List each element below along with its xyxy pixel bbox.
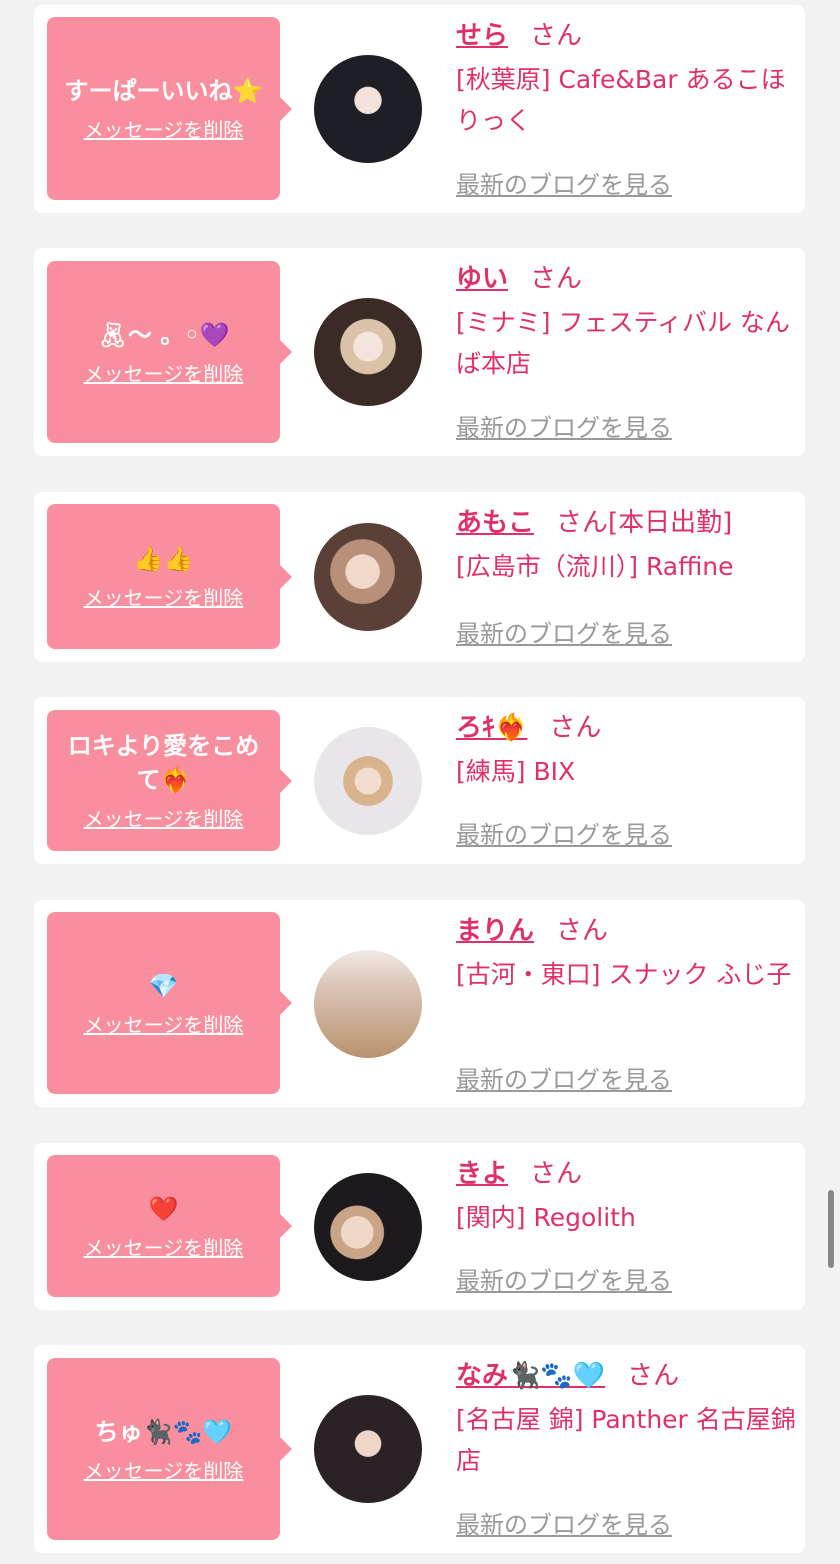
avatar[interactable] xyxy=(314,1173,422,1281)
cast-name-link[interactable]: きよ xyxy=(456,1159,508,1189)
message-card: ❤️ メッセージを削除 きよ さん [関内] Regolith 最新のブログを見る xyxy=(34,1143,805,1310)
shop-name: [ミナミ] フェスティバル なんば本店 xyxy=(456,308,790,378)
message-card: 👍👍 メッセージを削除 あもこ さん[本日出勤] [広島市（流川）] Raffin… xyxy=(34,492,805,662)
shop-name: [練馬] BIX xyxy=(456,757,576,786)
latest-blog-link[interactable]: 最新のブログを見る xyxy=(456,1060,672,1095)
honorific: さん xyxy=(530,264,583,294)
delete-message-link[interactable]: メッセージを削除 xyxy=(84,1455,244,1484)
status-badge: [本日出勤] xyxy=(608,508,733,538)
cast-info: あもこ さん[本日出勤] [広島市（流川）] Raffine xyxy=(456,506,796,587)
avatar[interactable] xyxy=(314,727,422,835)
message-bubble: 💎 メッセージを削除 xyxy=(47,912,292,1094)
message-card: 💎 メッセージを削除 まりん さん [古河・東口] スナック ふじ子 最新のブログ… xyxy=(34,900,805,1107)
message-text: 🧸︎〜 。◦💜 xyxy=(97,320,230,349)
delete-message-link[interactable]: メッセージを削除 xyxy=(84,803,244,832)
message-card: すーぱーいいね⭐️ メッセージを削除 せら さん [秋葉原] Cafe&Bar あ… xyxy=(34,5,805,213)
cast-name-link[interactable]: ろｷ❤️‍🔥 xyxy=(456,713,527,743)
honorific: さん xyxy=(530,1159,583,1189)
latest-blog-link[interactable]: 最新のブログを見る xyxy=(456,815,672,850)
message-text: ちゅ🐈‍⬛🐾🩵 xyxy=(94,1417,233,1446)
honorific: さん xyxy=(556,916,609,946)
latest-blog-link[interactable]: 最新のブログを見る xyxy=(456,408,672,443)
message-text: すーぱーいいね⭐️ xyxy=(64,77,263,105)
cast-name-link[interactable]: せら xyxy=(456,21,508,51)
cast-info: まりん さん [古河・東口] スナック ふじ子 xyxy=(456,914,796,995)
latest-blog-link[interactable]: 最新のブログを見る xyxy=(456,1505,672,1540)
cast-info: せら さん [秋葉原] Cafe&Bar あるこほりっく xyxy=(456,19,796,141)
honorific: さん xyxy=(556,508,609,538)
message-card: ちゅ🐈‍⬛🐾🩵 メッセージを削除 なみ🐈‍⬛🐾🩵 さん [名古屋 錦] Panth… xyxy=(34,1345,805,1553)
message-text: 💎 xyxy=(148,971,179,1000)
cast-info: ゆい さん [ミナミ] フェスティバル なんば本店 xyxy=(456,262,796,384)
latest-blog-link[interactable]: 最新のブログを見る xyxy=(456,165,672,200)
delete-message-link[interactable]: メッセージを削除 xyxy=(84,1009,244,1038)
cast-info: きよ さん [関内] Regolith xyxy=(456,1157,796,1238)
honorific: さん xyxy=(549,713,602,743)
message-bubble: ❤️ メッセージを削除 xyxy=(47,1155,292,1297)
shop-name: [古河・東口] スナック ふじ子 xyxy=(456,960,792,989)
message-bubble: ちゅ🐈‍⬛🐾🩵 メッセージを削除 xyxy=(47,1358,292,1540)
cast-info: なみ🐈‍⬛🐾🩵 さん [名古屋 錦] Panther 名古屋錦店 xyxy=(456,1359,796,1481)
delete-message-link[interactable]: メッセージを削除 xyxy=(84,114,244,143)
cast-name-link[interactable]: なみ🐈‍⬛🐾🩵 xyxy=(456,1361,605,1391)
shop-name: [名古屋 錦] Panther 名古屋錦店 xyxy=(456,1405,796,1475)
message-text: 👍👍 xyxy=(133,545,194,573)
avatar[interactable] xyxy=(314,950,422,1058)
message-bubble: 👍👍 メッセージを削除 xyxy=(47,504,292,649)
avatar[interactable] xyxy=(314,298,422,406)
message-bubble: 🧸︎〜 。◦💜 メッセージを削除 xyxy=(47,261,292,443)
message-card: 🧸︎〜 。◦💜 メッセージを削除 ゆい さん [ミナミ] フェスティバル なんば本… xyxy=(34,248,805,456)
message-bubble: すーぱーいいね⭐️ メッセージを削除 xyxy=(47,17,292,200)
delete-message-link[interactable]: メッセージを削除 xyxy=(84,1232,244,1261)
shop-name: [広島市（流川）] Raffine xyxy=(456,552,734,581)
avatar[interactable] xyxy=(314,55,422,163)
delete-message-link[interactable]: メッセージを削除 xyxy=(84,582,244,611)
shop-name: [秋葉原] Cafe&Bar あるこほりっく xyxy=(456,65,786,135)
honorific: さん xyxy=(530,21,583,51)
latest-blog-link[interactable]: 最新のブログを見る xyxy=(456,1261,672,1296)
message-card: ロキより愛をこめて❤️‍🔥 メッセージを削除 ろｷ❤️‍🔥 さん [練馬] BIX… xyxy=(34,697,805,864)
cast-name-link[interactable]: まりん xyxy=(456,916,534,946)
message-text: ロキより愛をこめて❤️‍🔥 xyxy=(67,732,260,794)
avatar[interactable] xyxy=(314,523,422,631)
avatar[interactable] xyxy=(314,1395,422,1503)
cast-name-link[interactable]: ゆい xyxy=(456,264,508,294)
latest-blog-link[interactable]: 最新のブログを見る xyxy=(456,614,672,649)
shop-name: [関内] Regolith xyxy=(456,1203,636,1232)
delete-message-link[interactable]: メッセージを削除 xyxy=(84,358,244,387)
scrollbar[interactable] xyxy=(828,1190,834,1268)
message-text: ❤️ xyxy=(148,1194,179,1223)
cast-name-link[interactable]: あもこ xyxy=(456,508,534,538)
cast-info: ろｷ❤️‍🔥 さん [練馬] BIX xyxy=(456,711,796,792)
honorific: さん xyxy=(627,1361,680,1391)
message-bubble: ロキより愛をこめて❤️‍🔥 メッセージを削除 xyxy=(47,710,292,851)
